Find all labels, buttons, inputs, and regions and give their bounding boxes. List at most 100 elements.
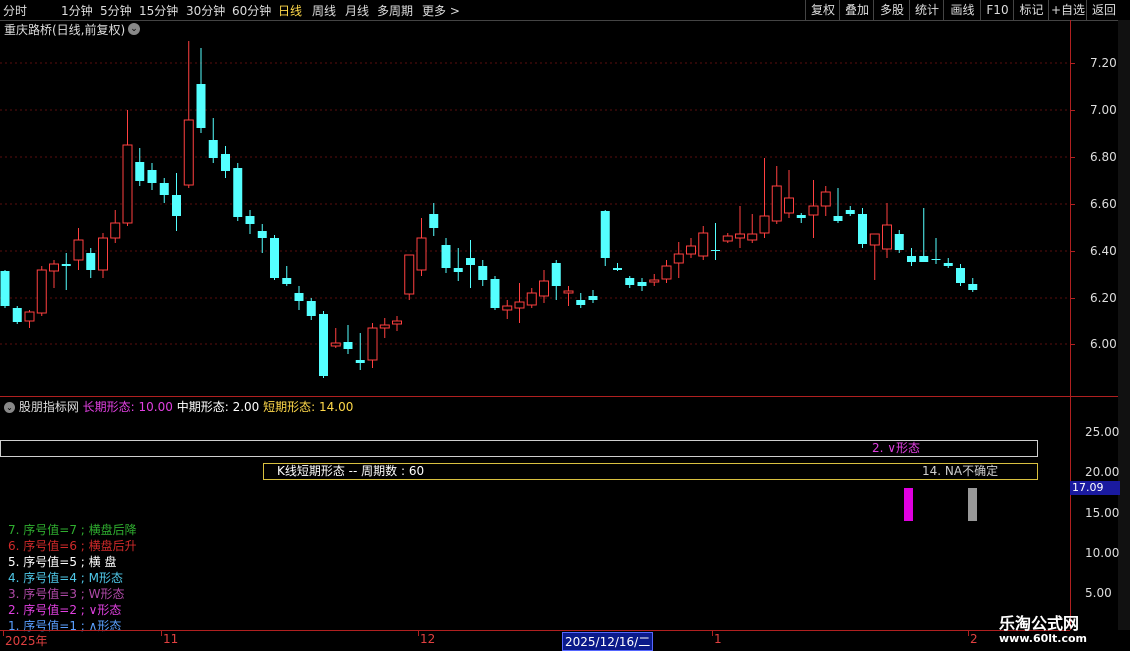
candle-body <box>294 293 304 301</box>
date-tick <box>968 631 969 636</box>
candle-body <box>0 271 10 306</box>
candle-body <box>625 278 635 285</box>
legend-item: 2. 序号值=2 ; ∨形态 <box>8 603 122 617</box>
candle-body <box>36 269 47 314</box>
period-tab-0[interactable]: 分时 <box>3 2 27 19</box>
candle-body <box>820 191 831 207</box>
candle-body <box>306 301 316 316</box>
indicator-bar <box>904 488 913 521</box>
date-tick-label: 2 <box>970 632 978 646</box>
candle-body <box>172 195 181 216</box>
candle-body <box>478 266 488 280</box>
box2-right-text: 14. NA不确定 <box>922 463 998 478</box>
candle-body <box>576 300 586 305</box>
candle-body <box>600 211 610 258</box>
legend-item: 6. 序号值=6 ; 横盘后升 <box>8 539 137 553</box>
candle-body <box>257 231 267 238</box>
candle-body <box>563 290 574 294</box>
date-tick <box>3 631 4 636</box>
candle-body <box>416 237 427 271</box>
box2-left-text: K线短期形态 -- 周期数 : 60 <box>277 463 424 478</box>
date-tick <box>418 631 419 636</box>
legend-item: 5. 序号值=5 ; 横 盘 <box>8 555 117 569</box>
indicator-tick-label: 25.00 <box>1085 425 1120 439</box>
legend-item: 7. 序号值=7 ; 横盘后降 <box>8 523 137 537</box>
date-tick-label: 11 <box>163 632 179 646</box>
candle-body <box>147 170 157 183</box>
period-tab-4[interactable]: 30分钟 <box>186 2 225 19</box>
toolbar-button-0[interactable]: 复权 <box>805 0 840 20</box>
candle-body <box>784 197 794 214</box>
legend-item: 3. 序号值=3 ; W形态 <box>8 587 125 601</box>
toolbar-button-3[interactable]: 统计 <box>909 0 944 20</box>
period-tab-7[interactable]: 周线 <box>312 2 336 19</box>
current-value-badge: 17.09 <box>1070 481 1120 495</box>
candle-body <box>245 216 255 224</box>
candle-body <box>956 268 965 283</box>
period-tab-2[interactable]: 5分钟 <box>100 2 132 19</box>
candle-body <box>882 224 892 250</box>
price-tick <box>1070 63 1075 64</box>
toolbar-button-2[interactable]: 多股 <box>873 0 910 20</box>
candlestick-chart[interactable] <box>0 38 1070 395</box>
candle-body <box>894 234 904 250</box>
candle-body <box>233 168 243 217</box>
toolbar-button-1[interactable]: 叠加 <box>839 0 874 20</box>
candle-body <box>858 214 867 244</box>
toolbar-button-5[interactable]: F10 <box>980 0 1014 20</box>
period-tab-10[interactable]: 更多 > <box>422 2 460 19</box>
candle-body <box>968 284 978 290</box>
right-sidebar-strip[interactable] <box>1118 20 1130 630</box>
candle-body <box>379 324 390 329</box>
period-tab-1[interactable]: 1分钟 <box>61 2 93 19</box>
period-tab-6[interactable]: 日线 <box>278 2 302 19</box>
candle-body <box>869 233 880 246</box>
candle-body <box>453 268 463 272</box>
candle-body <box>330 342 341 347</box>
price-tick-label: 6.20 <box>1090 291 1117 305</box>
candle-body <box>551 263 561 286</box>
toolbar-button-8[interactable]: 返回 <box>1086 0 1121 20</box>
toolbar-button-4[interactable]: 画线 <box>943 0 981 20</box>
candle-body <box>686 245 696 255</box>
candle-body <box>808 205 819 216</box>
candle-body <box>270 238 279 278</box>
date-tick-label: 12 <box>420 632 436 646</box>
price-tick <box>1070 344 1075 345</box>
candle-body <box>919 256 929 262</box>
price-tick-label: 7.20 <box>1090 56 1117 70</box>
candle-body <box>73 239 84 261</box>
toolbar-button-6[interactable]: 标记 <box>1013 0 1049 20</box>
box1-text: 2. ∨形态 <box>872 441 920 455</box>
candle-body <box>833 216 843 221</box>
indicator-chart[interactable]: 2. ∨形态 K线短期形态 -- 周期数 : 60 14. NA不确定 <box>0 412 1070 630</box>
candle-body <box>135 162 145 181</box>
chevron-down-icon[interactable]: ⌄ <box>128 23 140 35</box>
candle-body <box>392 320 402 325</box>
indicator-tick-label: 10.00 <box>1085 546 1120 560</box>
candle-body <box>747 233 758 241</box>
period-toolbar: 分时 1分钟 5分钟 15分钟 30分钟 60分钟 日线 周线 月线 多周期 更多 > 复权 叠加 多股统… <box>0 0 1130 21</box>
period-tab-8[interactable]: 月线 <box>345 2 369 19</box>
date-tick <box>712 631 713 636</box>
price-tick-label: 6.00 <box>1090 337 1117 351</box>
price-tick <box>1070 298 1075 299</box>
date-axis: 2025年 11 12 1 2 2025/12/16/二 <box>0 630 1070 651</box>
watermark-url: www.60lt.com <box>999 632 1088 645</box>
candle-body <box>61 264 71 266</box>
candle-body <box>196 84 206 128</box>
candle-body <box>796 215 806 218</box>
candle-body <box>759 215 770 234</box>
candle-body <box>698 232 709 257</box>
candle-body <box>24 311 35 322</box>
period-tab-5[interactable]: 60分钟 <box>232 2 271 19</box>
price-tick-label: 6.80 <box>1090 150 1117 164</box>
candle-body <box>404 254 415 295</box>
candle-body <box>282 278 292 284</box>
indicator-tick-label: 20.00 <box>1085 465 1120 479</box>
period-tab-9[interactable]: 多周期 <box>377 2 413 19</box>
candle-body <box>319 314 328 376</box>
toolbar-button-7[interactable]: +自选 <box>1048 0 1087 20</box>
date-tick <box>161 631 162 636</box>
period-tab-3[interactable]: 15分钟 <box>139 2 178 19</box>
